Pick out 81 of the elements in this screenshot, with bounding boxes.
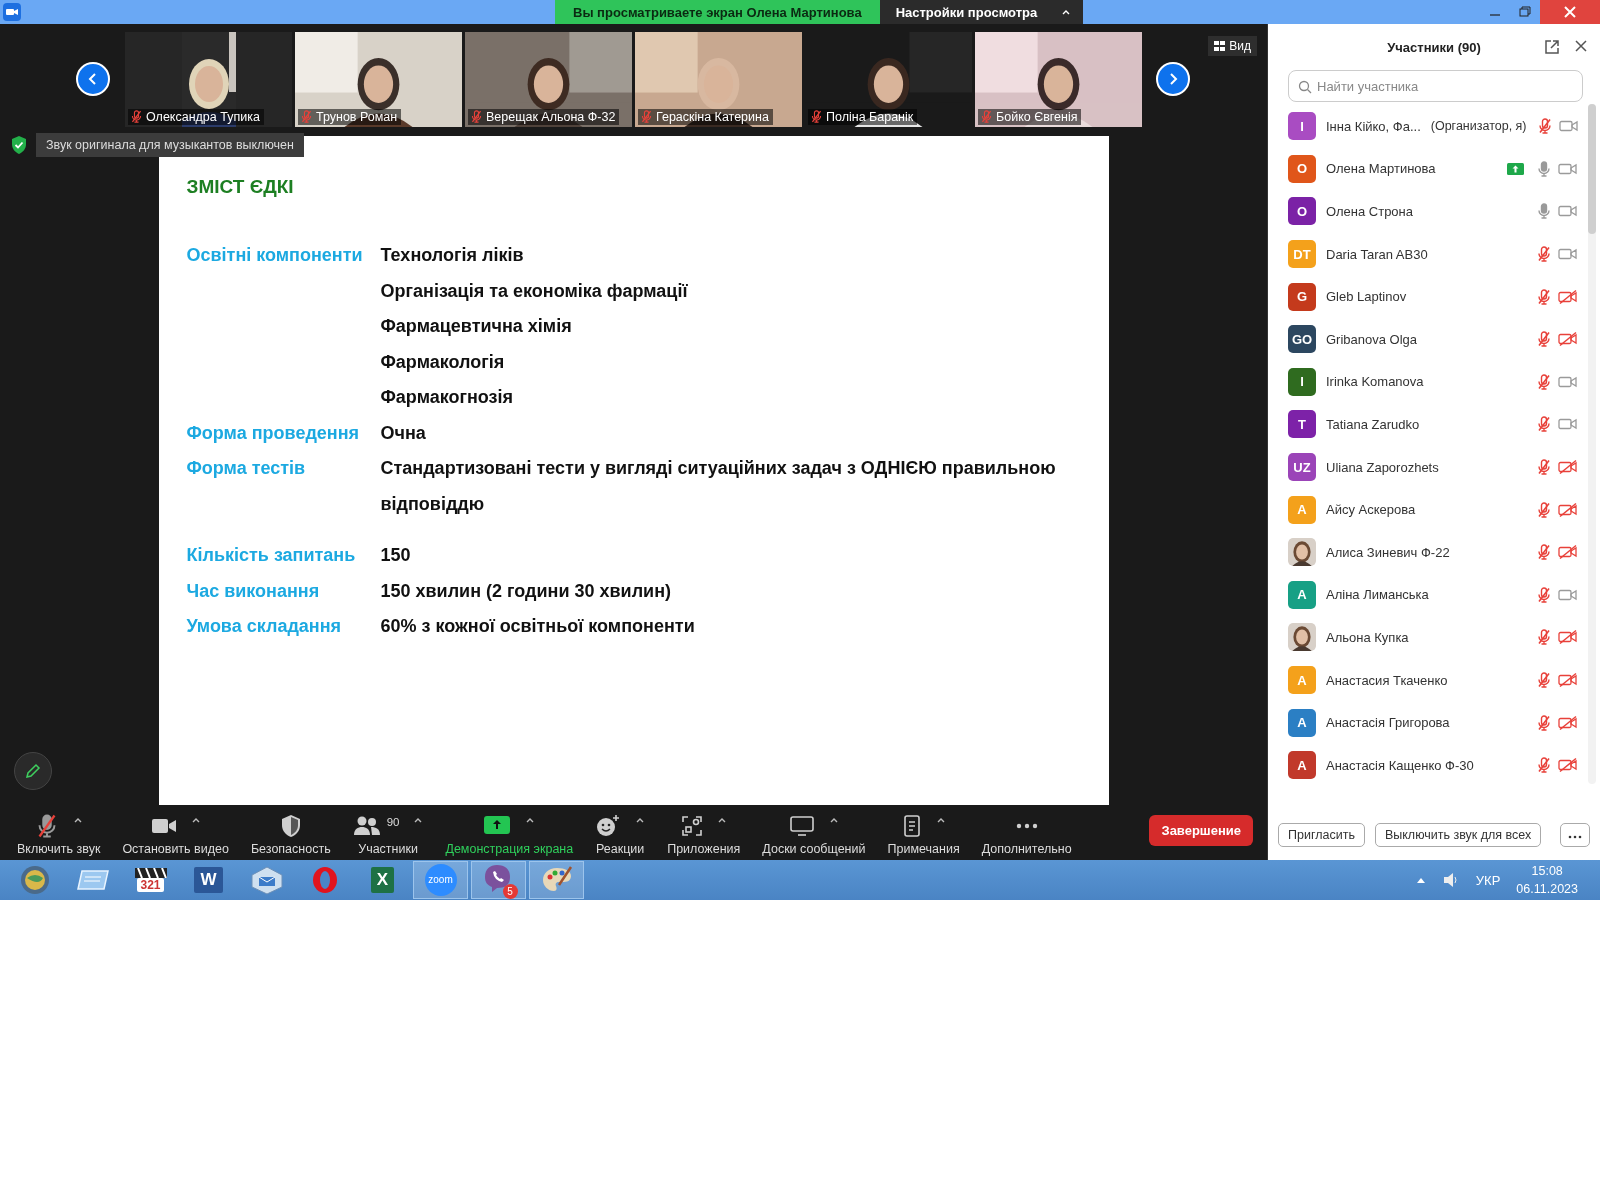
toolbar-button[interactable]: Остановить видео bbox=[111, 805, 240, 860]
participant-name: Irinka Komanova bbox=[1326, 374, 1424, 390]
slide-text: Технологія ліків bbox=[380, 244, 525, 267]
toolbar-button[interactable]: Дополнительно bbox=[970, 805, 1083, 860]
participant-name: Gribanova Olga bbox=[1326, 331, 1418, 347]
participant-name: Гераскіна Катерина bbox=[638, 108, 773, 125]
participant-name: Бойко Євгенія bbox=[978, 108, 1082, 125]
avatar: G bbox=[1288, 282, 1316, 311]
slide-text: 150 bbox=[380, 544, 412, 567]
participant-name: Аліна Лиманська bbox=[1326, 587, 1429, 603]
slide-label: Освітні компоненти bbox=[186, 244, 364, 267]
slide-label: Форма тестів bbox=[186, 457, 307, 480]
avatar: A bbox=[1288, 666, 1316, 694]
toolbar-button[interactable]: Включить звук bbox=[6, 805, 112, 860]
avatar: O bbox=[1288, 197, 1316, 226]
participant-name: Альона Купка bbox=[1326, 629, 1409, 645]
slide-label: Час виконання bbox=[186, 579, 321, 603]
toolbar-button[interactable]: 90 Участники bbox=[341, 805, 435, 860]
avatar: UZ bbox=[1288, 453, 1316, 482]
participant-name: Анастасія Кащенко Ф-30 bbox=[1326, 757, 1474, 773]
notice-label: Звук оригинала для музыкантов выключен bbox=[36, 133, 304, 157]
video-tile[interactable]: Бойко Євгенія bbox=[975, 31, 1142, 127]
participant-name: Gleb Laptinov bbox=[1326, 289, 1407, 305]
participant-name: Олександра Тупика bbox=[128, 108, 264, 125]
video-tile[interactable]: Верещак Альона Ф-32 bbox=[465, 31, 632, 127]
avatar: O bbox=[1288, 154, 1316, 183]
slide-text: Фармацевтична хімія bbox=[380, 315, 573, 338]
participant-name: Uliana Zaporozhets bbox=[1326, 459, 1439, 475]
video-tile[interactable]: Трунов Роман bbox=[295, 31, 462, 127]
participant-name: Верещак Альона Ф-32 bbox=[468, 108, 620, 125]
participant-name: Анастасия Ткаченко bbox=[1326, 672, 1448, 688]
participant-name: Олена Строна bbox=[1326, 204, 1413, 219]
participant-name: Tatiana Zarudko bbox=[1326, 416, 1420, 432]
slide-title: ЗМІСТ ЄДКІ bbox=[186, 176, 295, 198]
sharing-banner: Вы просматриваете экран Олена Мартинова bbox=[555, 0, 880, 24]
slide-label: Форма проведення bbox=[186, 421, 361, 445]
panel-button[interactable]: Пригласить bbox=[1278, 823, 1365, 847]
panel-button[interactable]: Выключить звук для всех bbox=[1374, 823, 1542, 847]
participant-name: Айсу Аскерова bbox=[1326, 502, 1416, 518]
avatar: A bbox=[1288, 751, 1316, 780]
slide-text: 150 хвилин (2 години 30 хвилин) bbox=[380, 579, 673, 603]
view-button[interactable]: Вид bbox=[1208, 36, 1257, 56]
toolbar-button[interactable]: Демонстрация экрана bbox=[434, 805, 585, 860]
view-settings-button[interactable]: Настройки просмотра bbox=[879, 0, 1084, 24]
avatar: GO bbox=[1288, 325, 1316, 354]
avatar: DT bbox=[1288, 240, 1316, 269]
avatar: T bbox=[1288, 410, 1316, 439]
word-icon[interactable]: W bbox=[194, 867, 223, 893]
avatar: A bbox=[1288, 495, 1316, 524]
toolbar-button[interactable]: Безопасность bbox=[239, 805, 342, 860]
avatar: I bbox=[1288, 112, 1316, 141]
slide-label: Умова складання bbox=[186, 615, 343, 638]
avatar: A bbox=[1288, 708, 1316, 737]
search-field[interactable]: Найти участника bbox=[1288, 70, 1583, 102]
clock-date[interactable]: 06.11.2023 bbox=[1516, 880, 1578, 898]
panel-title: Участники (90) bbox=[1387, 39, 1481, 55]
video-tile[interactable]: Олександра Тупика bbox=[125, 31, 292, 127]
toolbar-button[interactable]: Реакции bbox=[584, 805, 657, 860]
participant-name: Трунов Роман bbox=[298, 108, 402, 125]
slide-text: Фармакогнозія bbox=[380, 386, 515, 409]
avatar: A bbox=[1288, 580, 1316, 609]
toolbar-button[interactable]: Доски сообщений bbox=[751, 805, 877, 860]
participant-name: Анастасія Григорова bbox=[1326, 715, 1450, 731]
participant-name: Інна Кійко, Фа... bbox=[1326, 118, 1421, 134]
participant-name: Олена Мартинова bbox=[1326, 161, 1436, 177]
participant-role: (Организатор, я) bbox=[1430, 119, 1527, 134]
toolbar-button[interactable]: Примечания bbox=[876, 805, 971, 860]
avatar: I bbox=[1288, 367, 1316, 396]
participant-name: Daria Taran AB30 bbox=[1326, 246, 1428, 262]
notification-badge: 5 bbox=[502, 884, 518, 899]
slide-text: Стандартизовані тести у вигляді ситуаційних задач з ОДНІЄЮ правильною відповіддю bbox=[380, 457, 1057, 516]
excel-icon[interactable]: X bbox=[370, 867, 395, 893]
slide-label: Кількість запитань bbox=[186, 544, 357, 567]
slide-text: Організація та економіка фармації bbox=[380, 279, 689, 303]
participant-name: Алиса Зиневич Ф-22 bbox=[1326, 544, 1450, 560]
slide-text: Фармакологія bbox=[380, 350, 506, 374]
toolbar-button[interactable]: Приложения bbox=[656, 805, 752, 860]
video-tile[interactable]: Гераскіна Катерина bbox=[635, 31, 802, 127]
slide-text: Очна bbox=[380, 421, 427, 445]
end-button[interactable]: Завершение bbox=[1149, 815, 1253, 846]
slide-text: 60% з кожної освітньої компоненти bbox=[380, 615, 696, 638]
